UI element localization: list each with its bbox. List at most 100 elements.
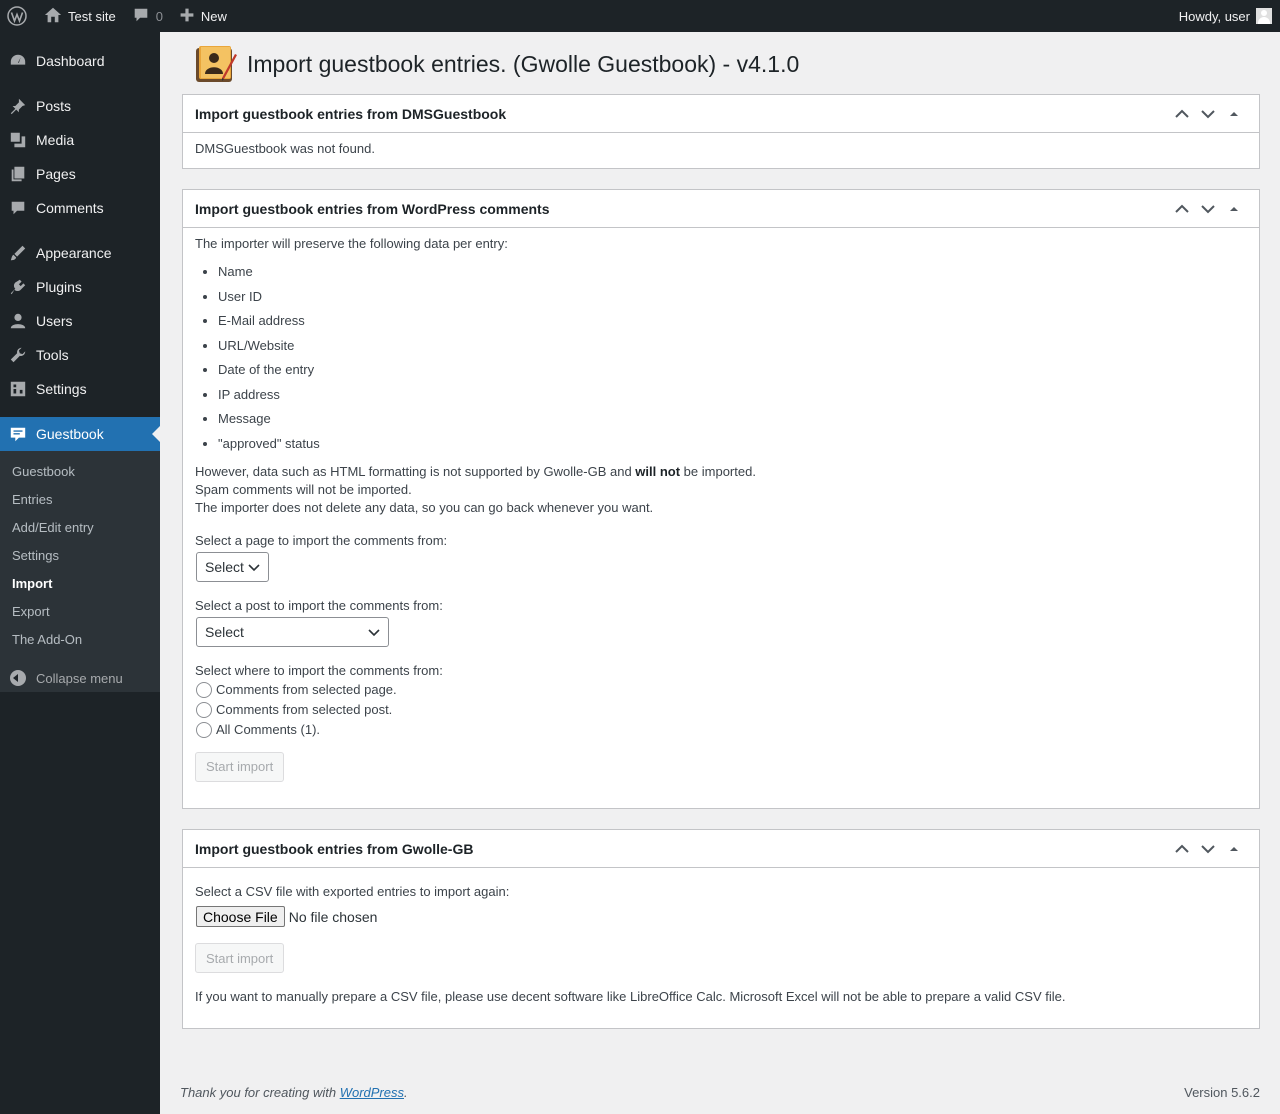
list-item: Date of the entry xyxy=(218,361,1247,379)
page-select-label: Select a page to import the comments fro… xyxy=(195,532,448,548)
handle-actions xyxy=(1169,109,1247,119)
list-item: URL/Website xyxy=(218,337,1247,355)
menu-item-plugins[interactable]: Plugins xyxy=(0,270,160,304)
menu-item-dashboard[interactable]: Dashboard xyxy=(0,44,160,78)
intro-text: The importer will preserve the following… xyxy=(195,236,508,251)
menu-label: Plugins xyxy=(36,279,82,295)
start-import-button[interactable]: Start import xyxy=(195,943,285,973)
postbox-header: Import guestbook entries from Gwolle-GB xyxy=(183,830,1259,868)
settings-icon xyxy=(0,380,36,398)
radio-button[interactable] xyxy=(196,681,212,698)
preserved-data-list: Name User ID E-Mail address URL/Website … xyxy=(195,263,1247,453)
menu-item-media[interactable]: Media xyxy=(0,123,160,157)
user-icon xyxy=(0,312,36,330)
site-name-link[interactable]: Test site xyxy=(36,0,124,32)
comment-icon xyxy=(132,6,150,27)
note-bold: will not xyxy=(635,463,681,479)
radio-button[interactable] xyxy=(196,701,212,718)
list-item: IP address xyxy=(218,386,1247,404)
dmsguestbook-postbox: Import guestbook entries from DMSGuestbo… xyxy=(182,94,1260,169)
submenu-import[interactable]: Import xyxy=(12,576,52,591)
menu-item-settings[interactable]: Settings xyxy=(0,372,160,406)
page-select[interactable]: Select xyxy=(196,551,269,582)
submenu-settings[interactable]: Settings xyxy=(12,548,59,563)
radio-selected-page[interactable]: Comments from selected page. xyxy=(195,680,1247,700)
list-item: Message xyxy=(218,410,1247,428)
menu-label: Media xyxy=(36,132,75,148)
comments-count: 0 xyxy=(155,8,163,24)
comment-icon xyxy=(0,199,36,217)
submenu-add-edit-entry[interactable]: Add/Edit entry xyxy=(12,520,94,535)
post-select-label: Select a post to import the comments fro… xyxy=(195,597,443,613)
home-icon xyxy=(44,6,62,27)
comments-link[interactable]: 0 xyxy=(124,0,171,32)
toggle-panel-button[interactable] xyxy=(1221,844,1247,854)
note-spam: Spam comments will not be imported. xyxy=(195,481,412,497)
menu-item-posts[interactable]: Posts xyxy=(0,89,160,123)
note-text: However, data such as HTML formatting is… xyxy=(195,463,636,479)
howdy-text: Howdy, user xyxy=(1178,8,1250,24)
thanks-text: Thank you for creating with xyxy=(180,1085,340,1100)
radio-label: Comments from selected post. xyxy=(216,702,393,717)
menu-item-comments[interactable]: Comments xyxy=(0,191,160,225)
menu-label: Settings xyxy=(36,381,87,397)
note-html: However, data such as HTML formatting is… xyxy=(195,463,1247,481)
menu-item-users[interactable]: Users xyxy=(0,304,160,338)
collapse-arrow-icon xyxy=(0,670,36,686)
new-content-link[interactable]: New xyxy=(171,0,235,32)
postbox-title: Import guestbook entries from WordPress … xyxy=(195,200,550,217)
start-import-button[interactable]: Start import xyxy=(195,751,285,782)
move-down-button[interactable] xyxy=(1195,204,1221,214)
list-item: User ID xyxy=(218,288,1247,306)
menu-item-tools[interactable]: Tools xyxy=(0,338,160,372)
choose-file-button[interactable]: Choose File xyxy=(196,906,285,927)
menu-item-appearance[interactable]: Appearance xyxy=(0,236,160,270)
wp-comments-postbox: Import guestbook entries from WordPress … xyxy=(182,189,1260,809)
brush-icon xyxy=(0,244,36,262)
page-title: Import guestbook entries. (Gwolle Guestb… xyxy=(247,50,800,77)
menu-item-pages[interactable]: Pages xyxy=(0,157,160,191)
pin-icon xyxy=(0,97,36,115)
footer-thanks: Thank you for creating with WordPress. xyxy=(180,1085,408,1100)
no-file-text: No file chosen xyxy=(288,908,378,925)
move-down-button[interactable] xyxy=(1195,109,1221,119)
notes: However, data such as HTML formatting is… xyxy=(195,463,1247,517)
wordpress-logo-icon[interactable] xyxy=(0,0,36,32)
move-up-button[interactable] xyxy=(1169,109,1195,119)
toggle-panel-button[interactable] xyxy=(1221,204,1247,214)
pages-icon xyxy=(0,165,36,183)
menu-item-guestbook[interactable]: Guestbook xyxy=(0,417,160,451)
menu-label: Pages xyxy=(36,166,76,182)
submenu-guestbook[interactable]: Guestbook xyxy=(12,464,75,479)
toggle-panel-button[interactable] xyxy=(1221,109,1247,119)
menu-label: Guestbook xyxy=(36,426,104,442)
post-select[interactable]: Select xyxy=(196,616,389,647)
handle-actions xyxy=(1169,204,1247,214)
submenu-addon[interactable]: The Add-On xyxy=(12,632,82,647)
submenu-entries[interactable]: Entries xyxy=(12,492,52,507)
thanks-text: . xyxy=(404,1085,408,1100)
radio-selected-post[interactable]: Comments from selected post. xyxy=(195,700,1247,720)
move-down-button[interactable] xyxy=(1195,844,1221,854)
postbox-body: The importer will preserve the following… xyxy=(183,228,1259,782)
note-delete: The importer does not delete any data, s… xyxy=(195,499,654,515)
submenu-export[interactable]: Export xyxy=(12,604,50,619)
radio-label: Comments from selected page. xyxy=(216,682,397,697)
new-label: New xyxy=(200,8,227,24)
button-wrap: Start import xyxy=(195,943,1247,973)
list-item: E-Mail address xyxy=(218,312,1247,330)
move-up-button[interactable] xyxy=(1169,844,1195,854)
wordpress-link[interactable]: WordPress xyxy=(340,1085,404,1100)
radio-all-comments[interactable]: All Comments (1). xyxy=(195,720,1247,740)
plus-icon xyxy=(179,7,195,26)
admin-sidebar: Dashboard Posts Media Pages Comments App… xyxy=(0,32,160,1114)
address-book-icon xyxy=(192,44,237,84)
move-up-button[interactable] xyxy=(1169,204,1195,214)
list-item: Name xyxy=(218,263,1247,281)
handle-actions xyxy=(1169,844,1247,854)
collapse-menu-button[interactable]: Collapse menu xyxy=(0,666,160,690)
my-account-link[interactable]: Howdy, user xyxy=(1171,0,1280,32)
radio-button[interactable] xyxy=(196,721,212,738)
postbox-header: Import guestbook entries from WordPress … xyxy=(183,190,1259,228)
postbox-title: Import guestbook entries from DMSGuestbo… xyxy=(195,105,507,122)
